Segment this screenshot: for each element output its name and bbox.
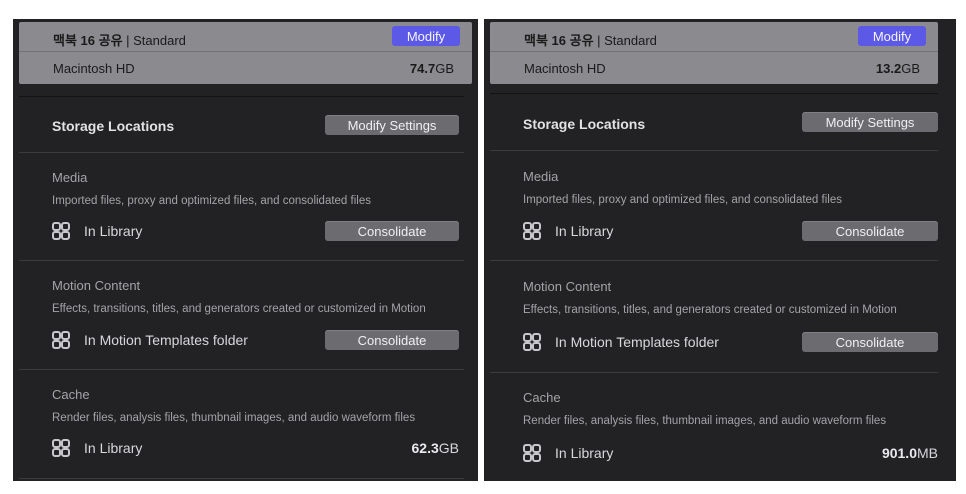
motion-consolidate-button[interactable]: Consolidate xyxy=(802,332,938,352)
library-grid-icon xyxy=(523,222,541,240)
divider xyxy=(19,152,464,153)
available-capacity: 74.7GB xyxy=(409,61,454,76)
cache-location-label: In Library xyxy=(84,440,143,456)
divider xyxy=(19,260,464,261)
library-grid-icon xyxy=(52,439,70,457)
modify-settings-button[interactable]: Modify Settings xyxy=(325,115,459,135)
volume-name: Macintosh HD xyxy=(53,61,135,76)
library-grid-icon xyxy=(523,444,541,462)
storage-locations-title: Storage Locations xyxy=(523,116,646,132)
disk-header: 맥북 16 공유 | Standard Modify Macintosh HD … xyxy=(490,22,938,84)
divider xyxy=(19,96,464,97)
disk-header: 맥북 16 공유 | Standard Modify Macintosh HD … xyxy=(19,22,472,84)
media-consolidate-button[interactable]: Consolidate xyxy=(802,221,938,241)
media-location: In Library xyxy=(52,220,142,242)
modify-button[interactable]: Modify xyxy=(392,26,460,46)
storage-locations-title: Storage Locations xyxy=(52,118,175,134)
cache-title: Cache xyxy=(52,387,90,402)
library-grid-icon xyxy=(52,222,70,240)
cache-description: Render files, analysis files, thumbnail … xyxy=(52,412,416,424)
cache-title: Cache xyxy=(523,390,561,405)
available-capacity: 13.2GB xyxy=(875,61,920,76)
cache-description: Render files, analysis files, thumbnail … xyxy=(523,415,887,427)
media-location-label: In Library xyxy=(84,223,143,239)
library-grid-icon xyxy=(52,331,70,349)
motion-content-description: Effects, transitions, titles, and genera… xyxy=(52,303,426,315)
divider xyxy=(490,260,938,261)
media-title: Media xyxy=(523,169,559,184)
divider xyxy=(19,369,464,370)
divider xyxy=(490,372,938,373)
cache-size: 901.0MB xyxy=(881,445,938,461)
volume-name: Macintosh HD xyxy=(524,61,606,76)
divider xyxy=(490,150,938,151)
cache-location: In Library xyxy=(523,442,613,464)
media-title: Media xyxy=(52,170,88,185)
cache-size: 62.3GB xyxy=(411,440,459,456)
motion-consolidate-button[interactable]: Consolidate xyxy=(325,330,459,350)
cache-location: In Library xyxy=(52,437,142,459)
motion-content-title: Motion Content xyxy=(52,278,141,293)
inspector-panel-right: 맥북 16 공유 | Standard Modify Macintosh HD … xyxy=(484,19,956,481)
divider xyxy=(19,478,464,479)
motion-content-title: Motion Content xyxy=(523,279,612,294)
disk-name: 맥북 16 공유 | Standard xyxy=(53,33,186,48)
modify-settings-button[interactable]: Modify Settings xyxy=(802,112,938,132)
media-location: In Library xyxy=(523,220,613,242)
disk-name: 맥북 16 공유 | Standard xyxy=(524,33,657,48)
cache-location-label: In Library xyxy=(555,445,614,461)
inspector-panel-left: 맥북 16 공유 | Standard Modify Macintosh HD … xyxy=(13,19,478,481)
motion-content-location: In Motion Templates folder xyxy=(52,329,248,351)
media-location-label: In Library xyxy=(555,223,614,239)
media-description: Imported files, proxy and optimized file… xyxy=(523,194,842,206)
library-grid-icon xyxy=(523,333,541,351)
modify-button[interactable]: Modify xyxy=(858,26,926,46)
media-description: Imported files, proxy and optimized file… xyxy=(52,195,371,207)
motion-content-location: In Motion Templates folder xyxy=(523,331,719,353)
motion-content-location-label: In Motion Templates folder xyxy=(84,332,248,348)
divider xyxy=(490,93,938,94)
media-consolidate-button[interactable]: Consolidate xyxy=(325,221,459,241)
motion-content-location-label: In Motion Templates folder xyxy=(555,334,719,350)
motion-content-description: Effects, transitions, titles, and genera… xyxy=(523,304,897,316)
